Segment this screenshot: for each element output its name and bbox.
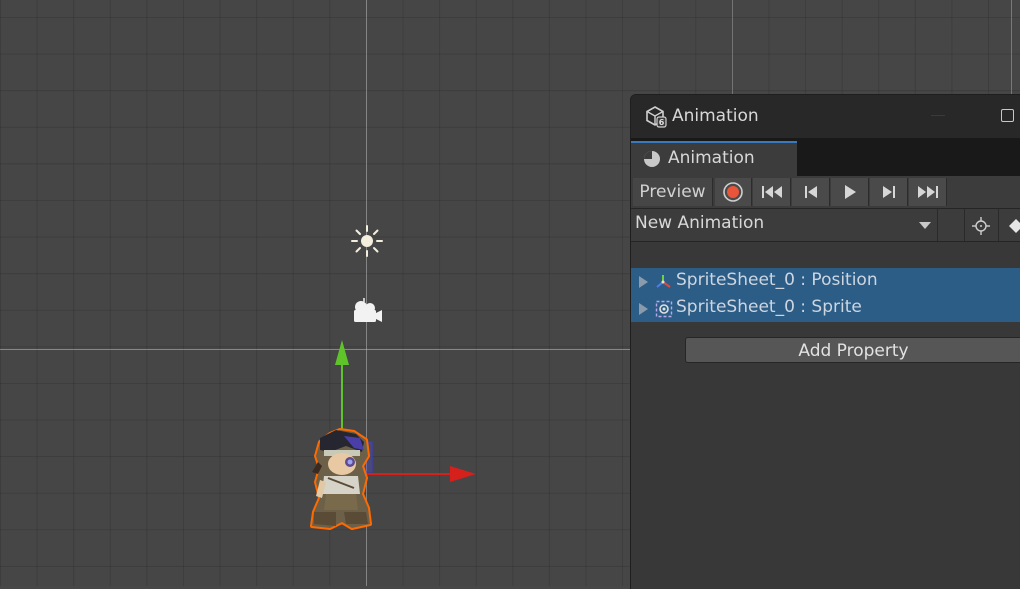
divider xyxy=(998,209,999,241)
filter-selected-icon[interactable] xyxy=(972,217,990,235)
divider xyxy=(964,209,965,241)
first-keyframe-button[interactable] xyxy=(753,178,791,206)
property-row[interactable]: SpriteSheet_0 : Sprite xyxy=(631,295,1020,322)
window-title: Animation xyxy=(672,106,759,126)
last-keyframe-button[interactable] xyxy=(909,178,947,206)
svg-text:6: 6 xyxy=(659,118,665,127)
camera-bounds-line xyxy=(732,0,733,100)
camera-gizmo-icon[interactable] xyxy=(350,296,384,326)
maximize-button[interactable] xyxy=(1001,109,1014,122)
x-axis-arrow-icon xyxy=(450,466,476,482)
camera-bounds-line xyxy=(1011,0,1012,100)
add-keyframe-icon[interactable] xyxy=(1009,219,1020,233)
last-keyframe-icon xyxy=(917,186,938,198)
foldout-arrow-icon[interactable] xyxy=(639,276,648,288)
tab-bar: Animation xyxy=(631,138,1020,176)
play-icon xyxy=(844,185,856,199)
transform-icon xyxy=(656,275,671,288)
property-label: SpriteSheet_0 : Position xyxy=(676,270,878,290)
divider xyxy=(937,209,938,241)
tab-animation[interactable]: Animation xyxy=(631,141,797,176)
playback-toolbar: Preview xyxy=(631,176,1020,209)
next-keyframe-icon xyxy=(882,186,895,198)
previous-keyframe-icon xyxy=(804,186,817,198)
properties-panel: SpriteSheet_0 : Position SpriteSheet_0 :… xyxy=(631,242,1020,589)
minimize-button[interactable] xyxy=(931,115,945,116)
previous-keyframe-button[interactable] xyxy=(792,178,830,206)
clip-dropdown[interactable]: New Animation xyxy=(635,213,764,233)
window-titlebar[interactable]: 6 Animation xyxy=(631,95,1020,138)
y-axis-arrow-icon xyxy=(335,340,349,365)
tab-label: Animation xyxy=(668,148,755,168)
clip-selector-bar: New Animation xyxy=(631,209,1020,242)
next-keyframe-button[interactable] xyxy=(870,178,908,206)
record-button[interactable] xyxy=(715,178,752,206)
unity-logo-icon: 6 xyxy=(646,106,667,128)
sprite-renderer-icon xyxy=(655,300,673,318)
record-icon xyxy=(723,182,743,202)
play-button[interactable] xyxy=(831,178,869,206)
property-label: SpriteSheet_0 : Sprite xyxy=(676,297,862,317)
preview-button[interactable]: Preview xyxy=(633,178,713,206)
clock-icon xyxy=(644,151,660,167)
first-keyframe-icon xyxy=(761,186,782,198)
animation-window[interactable]: 6 Animation Animation Preview New Animat… xyxy=(630,94,1020,589)
foldout-arrow-icon[interactable] xyxy=(639,303,648,315)
light-gizmo-icon[interactable] xyxy=(350,224,384,258)
chevron-down-icon[interactable] xyxy=(919,222,931,229)
property-row[interactable]: SpriteSheet_0 : Position xyxy=(631,268,1020,295)
add-property-button[interactable]: Add Property xyxy=(685,337,1020,363)
character-sprite[interactable] xyxy=(306,428,376,532)
